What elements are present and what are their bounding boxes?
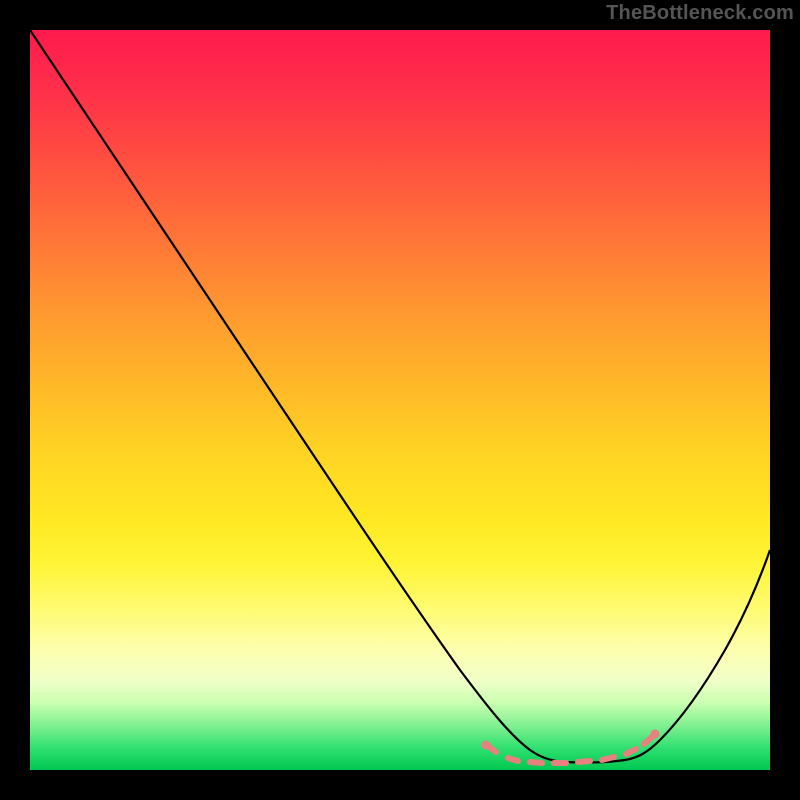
plot-outer	[30, 30, 770, 770]
watermark-text: TheBottleneck.com	[606, 2, 794, 25]
optimal-region-start-dot	[482, 741, 491, 750]
chart-svg	[30, 30, 770, 770]
chart-frame: TheBottleneck.com	[0, 0, 800, 800]
bottleneck-curve-line	[30, 30, 770, 763]
optimal-region-end-dot	[651, 730, 660, 739]
